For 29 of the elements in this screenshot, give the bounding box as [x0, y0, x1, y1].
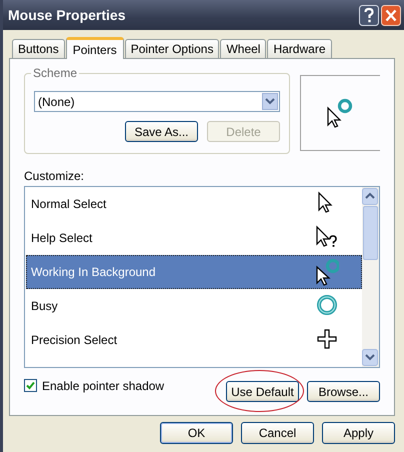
- tab[interactable]: Buttons: [12, 39, 65, 58]
- tab[interactable]: Wheel: [220, 39, 266, 58]
- help-button[interactable]: [359, 4, 379, 26]
- scroll-down-icon[interactable]: [362, 349, 378, 366]
- list-item[interactable]: Precision Select: [26, 323, 362, 357]
- scroll-thumb[interactable]: [363, 206, 378, 260]
- tab[interactable]: Pointers: [66, 37, 124, 59]
- scrollbar[interactable]: [362, 187, 379, 367]
- list-item[interactable]: Normal Select: [26, 187, 362, 221]
- tab[interactable]: Pointer Options: [124, 39, 220, 58]
- save-button[interactable]: Save As...: [125, 121, 198, 142]
- scheme-dropdown[interactable]: (None): [34, 91, 280, 112]
- working-cursor-icon: [315, 258, 339, 286]
- group-label: Scheme: [31, 66, 80, 80]
- checkbox[interactable]: [24, 379, 37, 392]
- ok-button[interactable]: OK: [160, 422, 233, 444]
- tab[interactable]: Hardware: [267, 39, 332, 58]
- close-button[interactable]: [381, 4, 401, 26]
- scroll-up-icon[interactable]: [362, 188, 378, 205]
- window-title: Mouse Properties: [8, 7, 126, 23]
- list-item[interactable]: Busy: [26, 289, 362, 323]
- checkbox-label: Enable pointer shadow: [42, 378, 164, 392]
- browse-button[interactable]: Browse...: [307, 381, 380, 402]
- list-label: Customize:: [24, 169, 84, 183]
- list-item[interactable]: Help Select: [26, 221, 362, 255]
- list-item[interactable]: Working In Background: [26, 255, 362, 289]
- apply-button[interactable]: Apply: [322, 422, 395, 444]
- cancel-button[interactable]: Cancel: [241, 422, 314, 444]
- use-default-button[interactable]: Use Default: [226, 381, 299, 402]
